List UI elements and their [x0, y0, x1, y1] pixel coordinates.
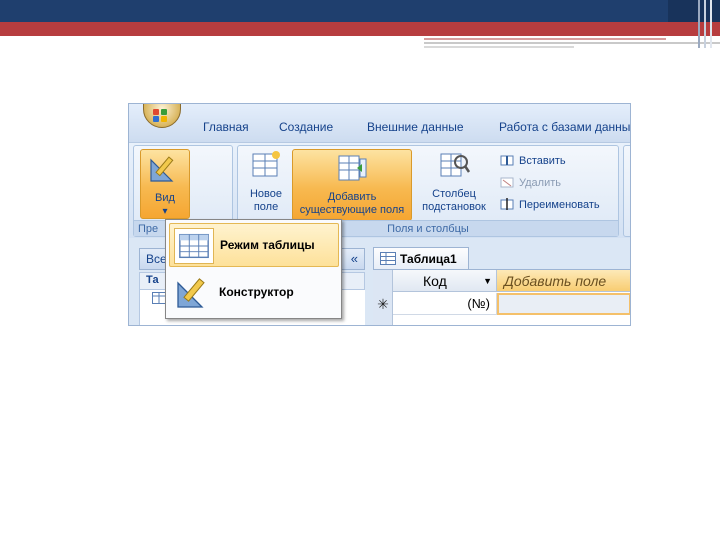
decor-line	[424, 42, 720, 44]
add-existing-fields-button[interactable]: Добавить существующие поля	[292, 149, 412, 221]
datasheet-grid: Код ▼ Добавить поле ✳ (№)	[373, 269, 630, 325]
table-icon	[152, 292, 166, 304]
new-field-icon	[252, 151, 280, 177]
add-existing-fields-icon	[338, 155, 367, 181]
design-view-label: Конструктор	[219, 285, 294, 299]
decor-line	[424, 46, 574, 48]
office-logo-icon	[153, 116, 159, 122]
cell-add-field-new[interactable]	[497, 293, 630, 315]
nav-pane-group-label: Та	[146, 274, 159, 286]
add-existing-label-2: существующие поля	[299, 204, 405, 216]
lookup-column-icon	[440, 153, 471, 177]
table-icon	[380, 252, 396, 265]
ribbon-tab-bar: Главная Создание Внешние данные Работа с…	[129, 104, 630, 142]
delete-label: Удалить	[519, 177, 561, 189]
decor-vline	[710, 0, 712, 48]
insert-label: Вставить	[519, 155, 566, 167]
datasheet-icon	[174, 228, 214, 264]
office-logo-icon	[161, 109, 167, 115]
view-button[interactable]: Вид ▾	[140, 149, 190, 219]
slide-accent-bar	[0, 22, 720, 36]
add-existing-label-1: Добавить	[327, 191, 377, 203]
collapse-pane-icon[interactable]: «	[351, 251, 358, 266]
design-ruler-icon	[177, 278, 205, 308]
new-field-button[interactable]: Новое поле	[242, 150, 290, 220]
menu-item-datasheet-view[interactable]: Режим таблицы	[169, 223, 339, 267]
tab-external-data[interactable]: Внешние данные	[367, 120, 464, 134]
column-header-code-label: Код	[423, 273, 447, 289]
chevron-down-icon: ▾	[162, 206, 168, 217]
office-logo-icon	[161, 116, 167, 122]
decor-vline	[698, 0, 700, 48]
lookup-column-button[interactable]: Столбец подстановок	[414, 150, 494, 220]
insert-button[interactable]: Вставить	[500, 152, 566, 170]
view-button-label: Вид	[155, 192, 175, 204]
column-header-add-field[interactable]: Добавить поле	[497, 270, 630, 292]
next-group-edge	[623, 145, 630, 237]
new-field-label-1: Новое	[249, 188, 283, 200]
slide-header-corner	[668, 0, 720, 22]
column-dropdown-icon[interactable]: ▼	[483, 270, 492, 292]
rename-column-icon	[500, 198, 514, 210]
design-ruler-icon	[150, 156, 174, 182]
rename-button[interactable]: Переименовать	[500, 196, 600, 214]
office-logo-icon	[153, 109, 159, 115]
insert-column-icon	[500, 155, 514, 166]
small-buttons-column: Вставить Удалить Переименовать	[500, 152, 618, 222]
delete-column-icon	[500, 177, 514, 188]
table-document-tab[interactable]: Таблица1	[373, 247, 469, 269]
document-tab-label: Таблица1	[400, 252, 457, 266]
decor-line	[424, 38, 666, 40]
tab-create[interactable]: Создание	[279, 120, 333, 134]
tab-home[interactable]: Главная	[203, 120, 249, 134]
decor-vline	[704, 0, 706, 48]
menu-item-design-view[interactable]: Конструктор	[169, 271, 339, 315]
delete-button[interactable]: Удалить	[500, 174, 561, 192]
column-header-add-field-label: Добавить поле	[504, 273, 607, 289]
tab-database-tools[interactable]: Работа с базами данных	[499, 120, 630, 134]
rename-label: Переименовать	[519, 199, 600, 211]
lookup-column-label-2: подстановок	[422, 201, 486, 213]
new-field-label-2: поле	[253, 201, 279, 213]
cell-code-new[interactable]: (№)	[393, 293, 497, 315]
office-button[interactable]	[143, 104, 181, 128]
lookup-column-label-1: Столбец	[432, 188, 476, 200]
datasheet-view-label: Режим таблицы	[220, 238, 315, 252]
slide-header-bar	[0, 0, 720, 22]
new-record-marker: ✳	[377, 296, 389, 312]
nav-pane-title: Все	[146, 252, 167, 266]
column-header-code[interactable]: Код ▼	[393, 270, 497, 292]
view-dropdown-menu: Режим таблицы Конструктор	[165, 219, 342, 319]
